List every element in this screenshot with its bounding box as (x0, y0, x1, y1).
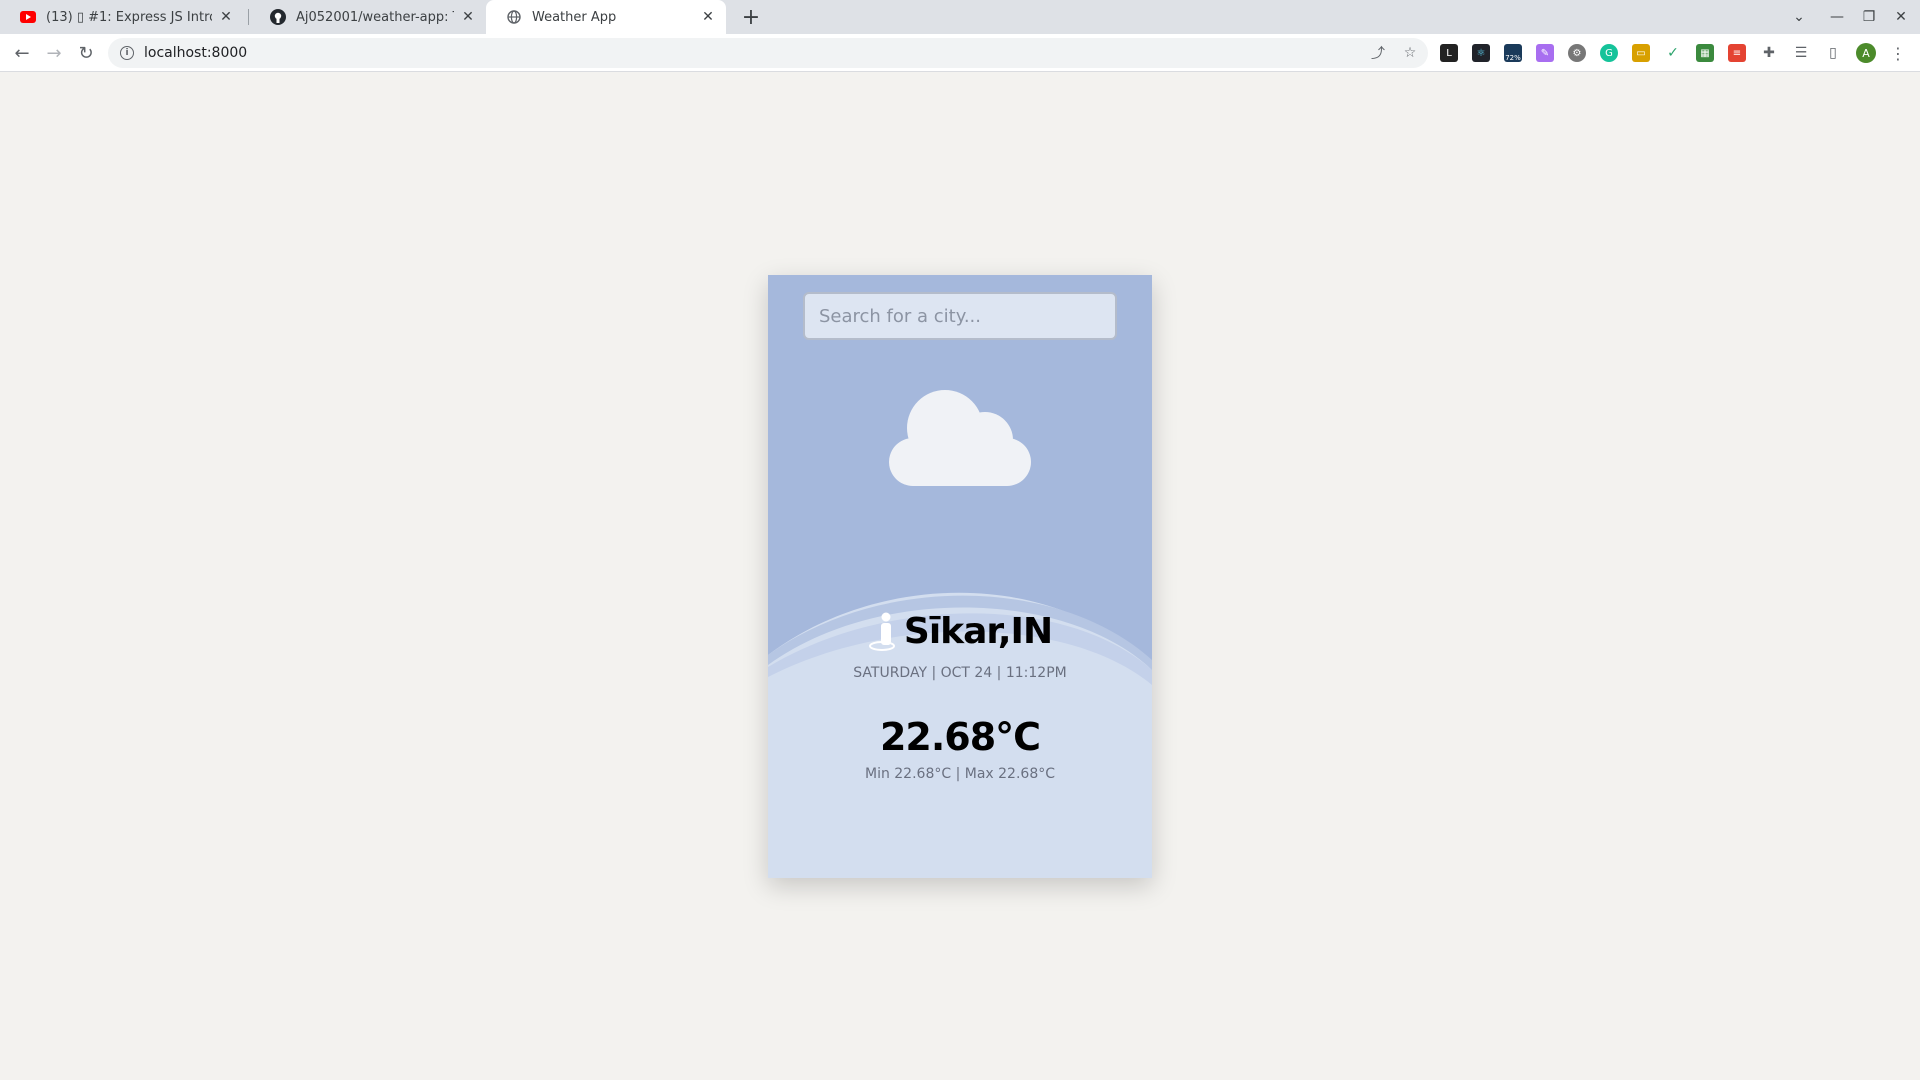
menu-dots-icon[interactable]: ⋮ (1890, 43, 1906, 63)
grammarly-icon[interactable]: G (1600, 44, 1618, 62)
tab-title: Aj052001/weather-app: This w (296, 9, 454, 25)
temperature: 22.68°C (879, 715, 1041, 759)
extension-icon[interactable]: ▭ (1632, 44, 1650, 62)
tab-separator (248, 9, 249, 25)
tab-search-icon[interactable]: ⌄ (1782, 0, 1816, 34)
reading-list-icon[interactable]: ☰ (1792, 44, 1810, 62)
weather-card: Sīkar,IN SATURDAY | OCT 24 | 11:12PM 22.… (768, 275, 1152, 878)
forward-icon[interactable]: → (40, 39, 68, 67)
location-row: Sīkar,IN (768, 610, 1152, 652)
share-icon[interactable]: ⤴ (1370, 45, 1386, 62)
check-extension-icon[interactable]: ✓ (1664, 44, 1682, 62)
tab-title: (13) ▯ #1: Express JS Introduc (46, 9, 212, 25)
minimize-icon[interactable]: — (1820, 0, 1854, 34)
github-icon (270, 9, 286, 25)
window-close-icon[interactable]: ✕ (1884, 0, 1918, 34)
profile-avatar[interactable]: A (1856, 43, 1876, 63)
close-tab-icon[interactable]: ✕ (218, 9, 234, 25)
todoist-icon[interactable]: ≡ (1728, 44, 1746, 62)
city-search-input[interactable] (803, 292, 1117, 340)
browser-toolbar: ← → ↻ i localhost:8000 ⤴ ☆ L ⚛ 72% ✎ ⚙ G… (0, 34, 1920, 72)
back-icon[interactable]: ← (8, 39, 36, 67)
extension-icon[interactable]: L (1440, 44, 1458, 62)
side-panel-icon[interactable]: ▯ (1824, 44, 1842, 62)
card-background (768, 275, 1152, 878)
cloud-icon (889, 390, 1031, 486)
react-devtools-icon[interactable]: ⚛ (1472, 44, 1490, 62)
url-text: localhost:8000 (144, 45, 248, 61)
youtube-icon (20, 9, 36, 25)
tab-youtube[interactable]: (13) ▯ #1: Express JS Introduc ✕ (0, 0, 244, 34)
new-tab-button[interactable]: + (738, 4, 764, 30)
reload-icon[interactable]: ↻ (72, 39, 100, 67)
date-time: SATURDAY | OCT 24 | 11:12PM (853, 665, 1067, 681)
tab-weather-app[interactable]: Weather App ✕ (486, 0, 726, 34)
site-info-icon[interactable]: i (120, 46, 134, 60)
tab-github[interactable]: Aj052001/weather-app: This w ✕ (250, 0, 486, 34)
color-picker-icon[interactable]: ✎ (1536, 44, 1554, 62)
min-max-temperature: Min 22.68°C | Max 22.68°C (864, 766, 1055, 782)
bookmark-star-icon[interactable]: ☆ (1402, 45, 1418, 61)
close-tab-icon[interactable]: ✕ (460, 9, 476, 25)
extension-badge-icon[interactable]: 72% (1504, 44, 1522, 62)
close-tab-icon[interactable]: ✕ (700, 9, 716, 25)
restore-icon[interactable]: ❐ (1852, 0, 1886, 34)
settings-extension-icon[interactable]: ⚙ (1568, 44, 1586, 62)
tab-strip: (13) ▯ #1: Express JS Introduc ✕ Aj05200… (0, 0, 1920, 34)
address-bar[interactable]: i localhost:8000 ⤴ ☆ (108, 38, 1428, 68)
globe-icon (506, 9, 522, 25)
city-name: Sīkar,IN (903, 610, 1053, 652)
calendar-extension-icon[interactable]: ▦ (1696, 44, 1714, 62)
tab-title: Weather App (532, 9, 617, 25)
location-person-icon (868, 612, 895, 651)
puzzle-icon[interactable]: ✚ (1760, 44, 1778, 62)
